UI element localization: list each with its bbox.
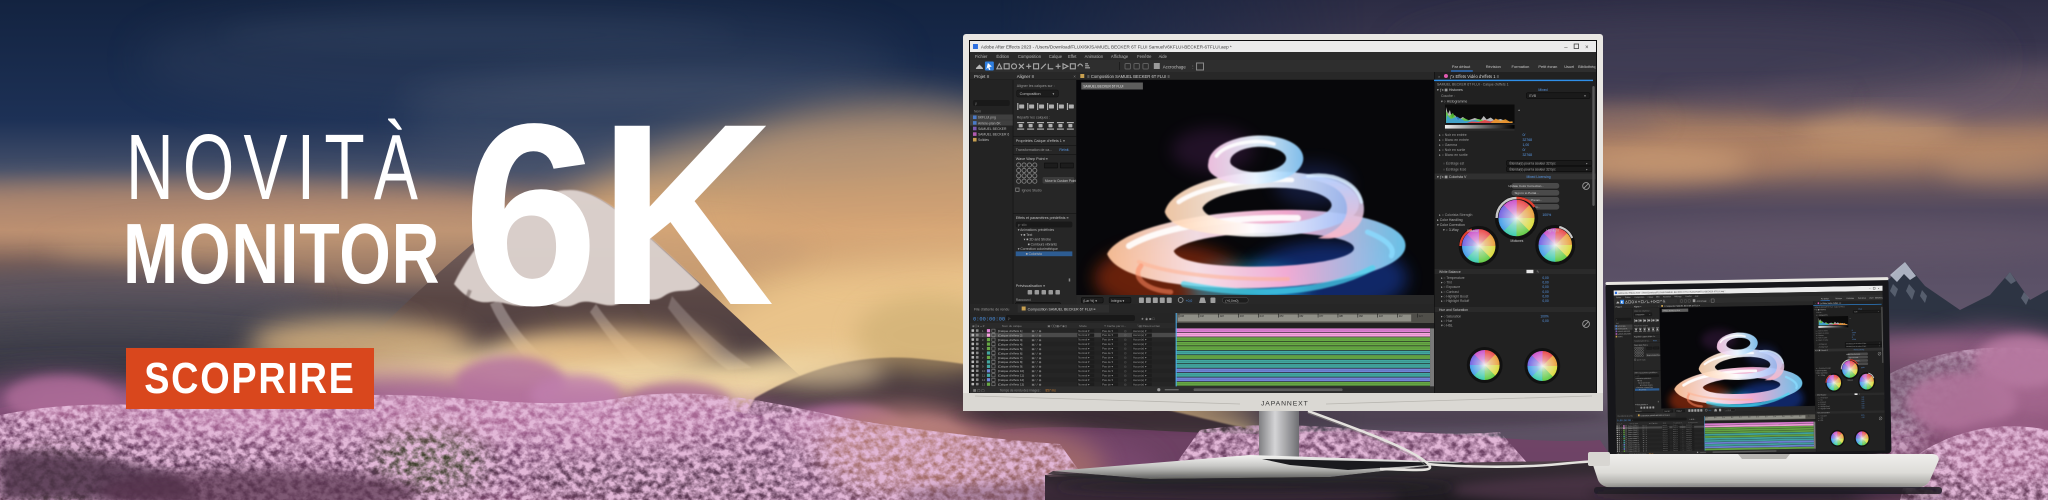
svg-text:JAPANNEXT: JAPANNEXT: [1261, 401, 1309, 408]
